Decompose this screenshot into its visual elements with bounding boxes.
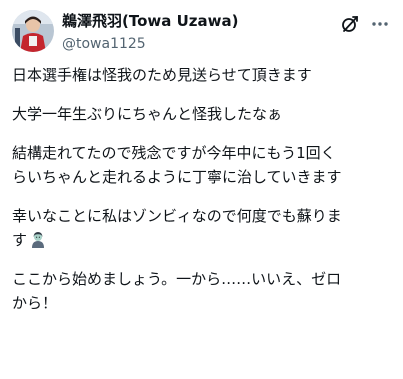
tweet-paragraph-5: ここから始めましょう。一から……いいえ、ゼロ から！	[12, 267, 397, 315]
tweet-paragraph-4: 幸いなことに私はゾンビィなので何度でも蘇りま す	[12, 204, 397, 252]
tweet-line: 結構走れてたので残念ですが今年中にもう1回く	[12, 144, 336, 162]
zombie-emoji-icon	[29, 230, 47, 248]
tweet-line: ここから始めましょう。一から……いいえ、ゼロ	[12, 270, 342, 288]
more-icon[interactable]	[370, 14, 390, 34]
tweet-line: す	[12, 231, 28, 249]
avatar[interactable]	[12, 10, 54, 52]
tweet-paragraph-1: 日本選手権は怪我のため見送らせて頂きます	[12, 63, 397, 87]
tweet-line: 日本選手権は怪我のため見送らせて頂きます	[12, 66, 312, 84]
tweet-card: 鵜澤飛羽(Towa Uzawa) @towa1125 日本選手権は怪我のため見送…	[0, 0, 403, 379]
display-name[interactable]: 鵜澤飛羽(Towa Uzawa)	[62, 11, 238, 31]
tweet-line: らいちゃんと走れるように丁寧に治していきます	[12, 168, 342, 186]
handle[interactable]: @towa1125	[62, 34, 238, 54]
tweet-text: 日本選手権は怪我のため見送らせて頂きます 大学一年生ぶりにちゃんと怪我したなぁ …	[12, 63, 397, 315]
tweet-paragraph-3: 結構走れてたので残念ですが今年中にもう1回く らいちゃんと走れるように丁寧に治し…	[12, 141, 397, 189]
author-block: 鵜澤飛羽(Towa Uzawa) @towa1125	[62, 11, 238, 54]
tweet-line: 幸いなことに私はゾンビィなので何度でも蘇りま	[12, 207, 342, 225]
tweet-paragraph-2: 大学一年生ぶりにちゃんと怪我したなぁ	[12, 102, 397, 126]
tweet-line: から！	[12, 294, 58, 312]
tweet-line: 大学一年生ぶりにちゃんと怪我したなぁ	[12, 105, 283, 123]
grok-icon[interactable]	[340, 14, 360, 34]
